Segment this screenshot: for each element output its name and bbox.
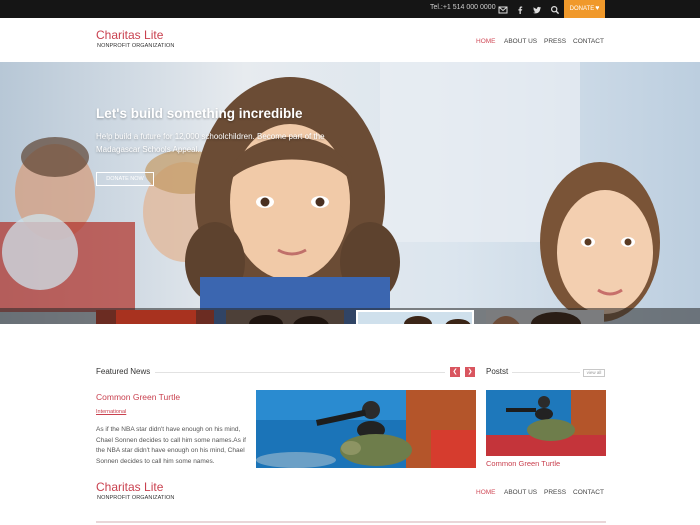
- footer-header: Charitas Lite NONPROFIT ORGANIZATION HOM…: [0, 468, 700, 525]
- hero-text: Help build a future for 12,000 schoolchi…: [96, 132, 325, 154]
- prev-arrow-button[interactable]: ❮: [450, 367, 460, 377]
- featured-news-title: Featured News: [96, 367, 151, 376]
- post-excerpt: As if the NBA star didn't have enough on…: [96, 426, 246, 465]
- logo-title[interactable]: Charitas Lite: [96, 28, 163, 42]
- logo-subtitle: NONPROFIT ORGANIZATION: [97, 43, 175, 49]
- nav-contact[interactable]: CONTACT: [573, 38, 604, 45]
- post-title[interactable]: Common Green Turtle: [96, 392, 180, 402]
- next-arrow-button[interactable]: ❯: [465, 367, 475, 377]
- featured-divider: [155, 372, 445, 373]
- phone-number: Tel.:+1 514 000 0000: [430, 4, 496, 11]
- donate-now-button[interactable]: DONATE NOW: [96, 172, 154, 186]
- hero-slider: Let's build something incredible Help bu…: [0, 62, 700, 324]
- footer-logo-subtitle: NONPROFIT ORGANIZATION: [97, 495, 175, 501]
- nav-home[interactable]: HOME: [476, 38, 496, 45]
- chevron-right-icon: ❯: [467, 369, 473, 375]
- featured-post-image[interactable]: [256, 390, 476, 468]
- slide-thumb-3[interactable]: [356, 310, 474, 324]
- mail-icon[interactable]: [497, 3, 509, 15]
- hero-photo: [0, 62, 700, 324]
- slide-thumb-2[interactable]: [226, 310, 344, 324]
- slide-thumb-4[interactable]: [486, 310, 604, 324]
- footer-divider: [96, 521, 606, 523]
- view-all-button[interactable]: view all: [583, 369, 605, 377]
- footer-nav-about-us[interactable]: ABOUT US: [504, 489, 537, 496]
- hero-title: Let's build something incredible: [96, 106, 303, 121]
- posts-divider: [512, 372, 580, 373]
- facebook-icon[interactable]: [514, 3, 526, 15]
- side-post-title[interactable]: Common Green Turtle: [486, 459, 606, 467]
- side-post-image[interactable]: [486, 390, 606, 456]
- site-header: Charitas Lite NONPROFIT ORGANIZATION HOM…: [0, 18, 700, 62]
- nav-press[interactable]: PRESS: [544, 38, 566, 45]
- slide-thumb-1[interactable]: [96, 310, 214, 324]
- chevron-left-icon: ❮: [452, 369, 458, 375]
- top-bar: Tel.:+1 514 000 0000 DONATE♥: [0, 0, 700, 18]
- post-category[interactable]: International: [96, 409, 126, 415]
- nav-about-us[interactable]: ABOUT US: [504, 38, 537, 45]
- donate-button[interactable]: DONATE♥: [564, 0, 605, 18]
- footer-nav-press[interactable]: PRESS: [544, 489, 566, 496]
- footer-nav-home[interactable]: HOME: [476, 489, 496, 496]
- donate-label: DONATE: [569, 6, 595, 12]
- footer-nav-contact[interactable]: CONTACT: [573, 489, 604, 496]
- posts-title: Postst: [486, 367, 509, 376]
- search-icon[interactable]: [549, 3, 561, 15]
- footer-logo-title[interactable]: Charitas Lite: [96, 480, 163, 494]
- heart-icon: ♥: [595, 5, 600, 12]
- twitter-icon[interactable]: [531, 3, 543, 15]
